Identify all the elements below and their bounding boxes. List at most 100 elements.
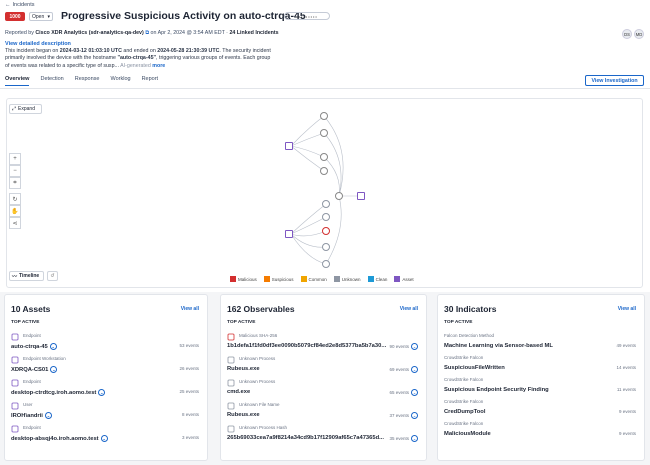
list-item[interactable]: Malicious SHA-256 1b1defa1f1fd0df3ee0090b… [227,333,418,355]
list-item[interactable]: Falcon Detection Method Machine Learning … [444,333,636,355]
legend-label: Unknown [341,276,361,282]
observables-view-all-link[interactable]: View all [400,306,418,312]
graph-node-icon[interactable] [335,192,343,200]
event-count: 49 events [616,343,636,348]
chevron-down-icon[interactable]: ⌄ [411,435,418,442]
list-item[interactable]: Unknown Process cmd.exe 65 events ⌄ [227,379,418,401]
tab-report[interactable]: Report [142,76,159,86]
list-item[interactable]: CrowdStrike Falcon MaliciousModule 9 event… [444,421,636,443]
event-count-text: 9 events [618,431,636,436]
graph-legend: Malicious Suspicious Common Unknown Clean Ass… [230,276,414,282]
plus-icon: + [13,156,17,162]
legend-label: Asset [402,276,414,282]
chevron-down-icon[interactable]: ⌄ [49,343,57,350]
graph-node-icon[interactable] [320,112,328,120]
tab-response[interactable]: Response [75,76,100,86]
event-count: 25 events [179,389,199,394]
external-link-icon[interactable]: ⧉ [145,30,149,36]
list-item[interactable]: Unknown Process Hash 265b69033cea7a9f8214… [227,425,418,447]
breadcrumb[interactable]: ← Incidents [5,2,35,8]
linked-incidents-link[interactable]: 24 Linked Incidents [229,30,278,36]
graph-node-icon[interactable] [320,129,328,137]
legend-item: Clean [367,276,388,282]
item-type-label: Unknown Process Hash [239,425,288,430]
list-item[interactable]: Endpoint Workstation XDRQA-CS01 ⌄ 26 events [11,356,199,378]
legend-label: Clean [375,276,388,282]
expand-button[interactable]: ⤢ Expand [9,104,42,114]
asset-node-icon[interactable] [285,142,293,150]
tab-divider [0,88,650,89]
fit-view-button[interactable]: ⌗ [9,177,21,189]
event-count-text: 3 events [181,435,199,440]
breadcrumb-incidents[interactable]: Incidents [13,2,35,8]
list-item[interactable]: CrowdStrike Falcon SuspiciousFileWritten 1… [444,355,636,377]
reset-button[interactable]: ↻ [9,193,21,205]
observables-top-active-label: TOP ACTIVE [227,320,256,325]
chevron-down-icon[interactable]: ⌄ [411,389,418,396]
asset-node-icon[interactable] [285,230,293,238]
more-actions-button[interactable]: ••••••••• [284,12,330,20]
chevron-down-icon[interactable]: ⌄ [44,412,52,419]
zoom-in-button[interactable]: + [9,153,21,165]
list-item[interactable]: Unknown File Name Rubeus.exe 37 events ⌄ [227,402,418,424]
event-count-text: 14 events [616,365,636,370]
chevron-down-icon[interactable]: ⌄ [100,435,108,442]
graph-node-icon[interactable] [322,260,330,268]
zoom-out-button[interactable]: − [9,165,21,177]
desc-host: "auto-ctrqa-45" [117,55,157,62]
item-value: 1b1defa1f1fd0df3ee0090b5079cf84ed2e8d537… [227,343,386,349]
list-item[interactable]: Endpoint desktop-absqj4o.iroh.aomo.test ⌄ 3… [11,425,199,447]
tab-detection[interactable]: Detection [40,76,63,86]
view-investigation-button[interactable]: View Investigation [585,75,644,86]
legend-swatch [367,276,374,282]
list-item[interactable]: CrowdStrike Falcon Suspicious Endpoint Se… [444,377,636,399]
history-button[interactable]: ↺ [47,271,58,281]
graph-node-icon[interactable] [320,167,328,175]
desc-text: and ended on [121,48,158,54]
item-value: Suspicious Endpoint Security Finding [444,387,549,393]
chevron-down-icon[interactable]: ⌄ [50,366,58,373]
graph-node-icon[interactable] [322,213,330,221]
item-value: auto-ctrqa-45 ⌄ [11,343,57,350]
refresh-icon: ↻ [12,196,18,203]
list-item[interactable]: User IROH\andrii ⌄ 8 events [11,402,199,424]
event-count-text: 9 events [618,409,636,414]
item-value-text: XDRQA-CS01 [11,366,49,373]
tab-overview[interactable]: Overview [5,76,30,86]
tab-worklog[interactable]: Worklog [111,76,131,86]
asset-node-icon[interactable] [357,192,365,200]
list-item[interactable]: CrowdStrike Falcon CredDumpTool 9 events [444,399,636,421]
view-description-link[interactable]: View detailed description [5,41,71,47]
indicators-view-all-link[interactable]: View all [618,306,636,312]
incident-graph[interactable] [6,98,643,288]
endpoint-icon [11,333,19,341]
avatar[interactable]: DS [622,29,632,39]
chevron-down-icon[interactable]: ⌄ [411,412,418,419]
list-item[interactable]: Endpoint desktop-ctrdtcg.iroh.aomo.test ⌄ 2… [11,379,199,401]
graph-node-icon[interactable] [320,153,328,161]
item-value: 265b69033cea7a9f8214a34cd9b17f12909af65c… [227,435,384,441]
assets-card: 10 Assets View all TOP ACTIVE Endpoint au… [4,294,208,461]
item-type-label: Endpoint [23,333,41,338]
event-count-text: 11 events [616,387,636,392]
assets-view-all-link[interactable]: View all [181,306,199,312]
legend-item: Common [300,276,327,282]
chevron-down-icon[interactable]: ⌄ [98,389,106,396]
avatar[interactable]: MD [634,29,644,39]
list-item[interactable]: Endpoint auto-ctrqa-45 ⌄ 53 events [11,333,199,355]
pan-button[interactable]: ✋ [9,205,21,217]
chevron-down-icon[interactable]: ⌄ [411,343,418,350]
reporter-link[interactable]: Cisco XDR Analytics (sdr-analytics-qa-de… [35,30,143,36]
more-link[interactable]: more [152,63,165,69]
event-count: 53 events [179,343,199,348]
chevron-down-icon[interactable]: ⌄ [411,366,418,373]
indicators-card: 30 Indicators View all TOP ACTIVE Falcon… [437,294,645,461]
timeline-button[interactable]: 〰 Timeline [9,271,44,281]
status-dropdown[interactable]: Open ▾ [29,12,53,21]
graph-node-icon[interactable] [322,243,330,251]
legend-item: Asset [394,276,414,282]
list-item[interactable]: Unknown Process Rubeus.exe 69 events ⌄ [227,356,418,378]
graph-node-icon[interactable] [322,200,330,208]
share-button[interactable]: ⋖ [9,217,21,229]
malicious-node-icon[interactable] [322,227,330,235]
